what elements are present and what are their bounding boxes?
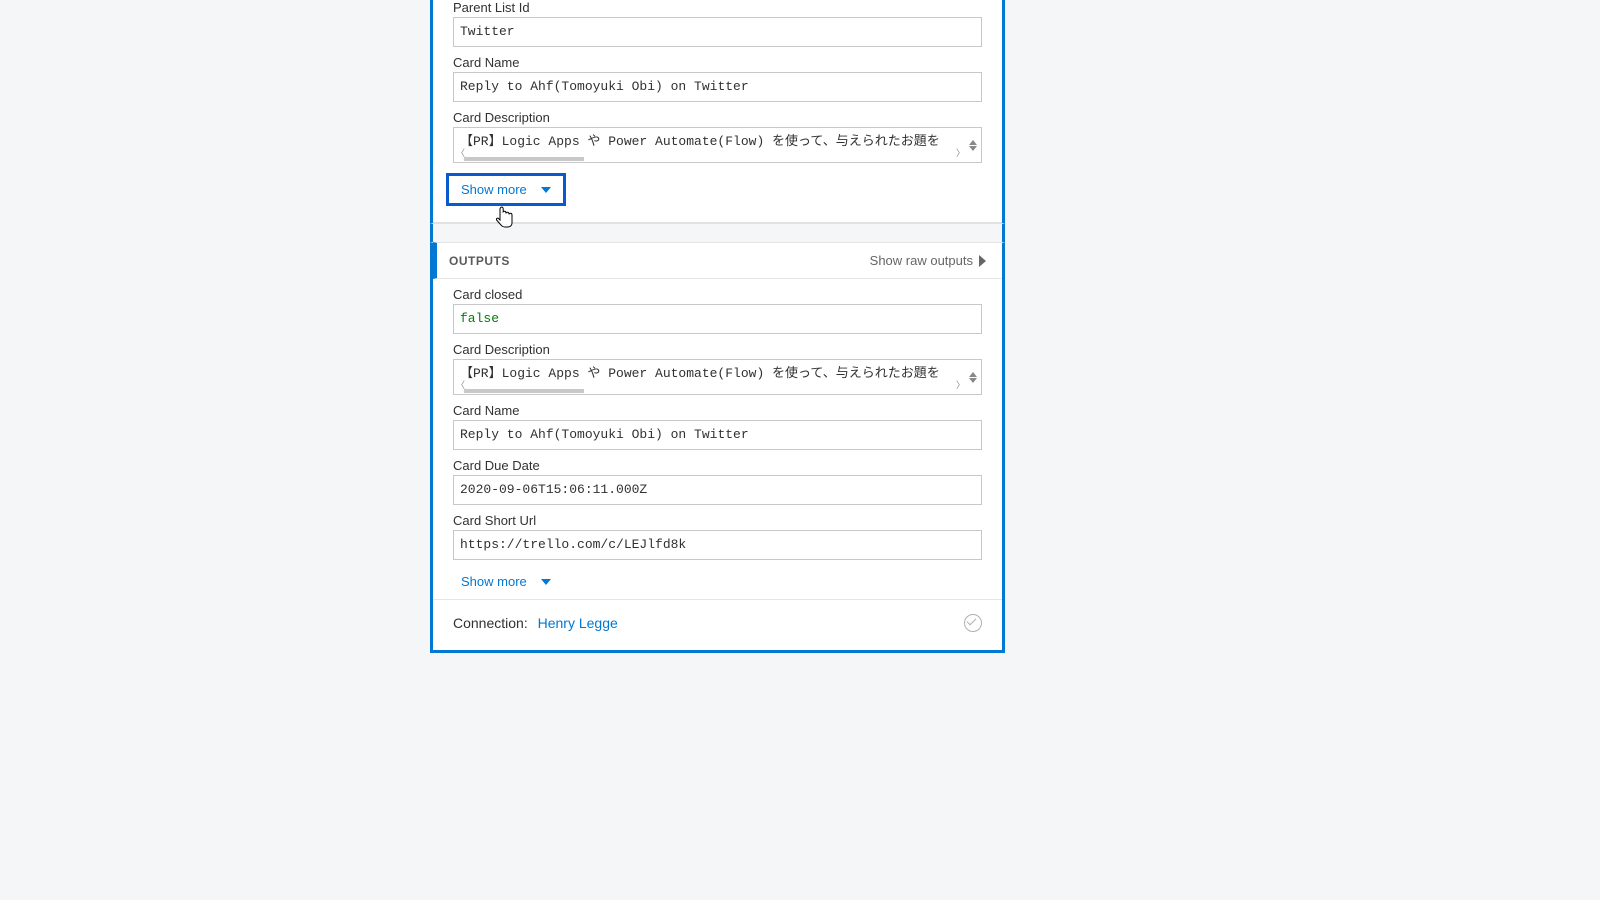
chevron-right-icon — [979, 255, 986, 267]
connection-label: Connection: — [453, 615, 528, 631]
field-parent-list-id: Parent List Id Twitter — [433, 0, 1002, 47]
field-card-closed: Card closed false — [433, 287, 1002, 334]
connection-footer: Connection: Henry Legge — [433, 599, 1002, 650]
show-raw-outputs-label: Show raw outputs — [870, 253, 973, 268]
connection-info: Connection: Henry Legge — [453, 615, 618, 631]
value-card-url[interactable]: https://trello.com/c/LEJlfd8k — [453, 530, 982, 560]
outputs-header: OUTPUTS Show raw outputs — [433, 242, 1002, 279]
show-more-outputs-button[interactable]: Show more — [453, 570, 559, 593]
label-card-name-out: Card Name — [453, 403, 982, 418]
text-card-closed: false — [460, 311, 499, 326]
show-more-inputs-button[interactable]: Show more — [446, 173, 566, 206]
value-card-desc-in[interactable]: 【PR】Logic Apps や Power Automate(Flow) を使… — [453, 127, 982, 163]
show-more-label: Show more — [461, 574, 527, 589]
text-card-desc-in: 【PR】Logic Apps や Power Automate(Flow) を使… — [460, 134, 940, 149]
field-card-due: Card Due Date 2020-09-06T15:06:11.000Z — [433, 458, 1002, 505]
chevron-down-icon — [541, 579, 551, 585]
vertical-scroll-icon[interactable] — [965, 360, 981, 394]
horizontal-scrollbar[interactable] — [464, 157, 961, 161]
label-card-desc-in: Card Description — [453, 110, 982, 125]
field-card-name-out: Card Name Reply to Ahf(Tomoyuki Obi) on … — [433, 403, 1002, 450]
text-card-desc-out: 【PR】Logic Apps や Power Automate(Flow) を使… — [460, 366, 940, 381]
check-circle-icon — [964, 614, 982, 632]
label-card-due: Card Due Date — [453, 458, 982, 473]
value-card-due[interactable]: 2020-09-06T15:06:11.000Z — [453, 475, 982, 505]
field-card-desc-in: Card Description 【PR】Logic Apps や Power … — [433, 110, 1002, 163]
show-more-label: Show more — [461, 182, 527, 197]
horizontal-scrollbar[interactable] — [464, 389, 961, 393]
show-raw-outputs-link[interactable]: Show raw outputs — [870, 253, 986, 268]
label-card-closed: Card closed — [453, 287, 982, 302]
value-card-name-in[interactable]: Reply to Ahf(Tomoyuki Obi) on Twitter — [453, 72, 982, 102]
label-card-url: Card Short Url — [453, 513, 982, 528]
value-card-desc-out[interactable]: 【PR】Logic Apps や Power Automate(Flow) を使… — [453, 359, 982, 395]
outputs-section: OUTPUTS Show raw outputs Card closed fal… — [433, 242, 1002, 650]
connection-name-link[interactable]: Henry Legge — [538, 615, 618, 631]
field-card-desc-out: Card Description 【PR】Logic Apps や Power … — [433, 342, 1002, 395]
field-card-url: Card Short Url https://trello.com/c/LEJl… — [433, 513, 1002, 560]
chevron-down-icon — [541, 187, 551, 193]
section-divider — [430, 223, 1005, 243]
value-card-closed[interactable]: false — [453, 304, 982, 334]
field-card-name-in: Card Name Reply to Ahf(Tomoyuki Obi) on … — [433, 55, 1002, 102]
value-card-name-out[interactable]: Reply to Ahf(Tomoyuki Obi) on Twitter — [453, 420, 982, 450]
label-card-desc-out: Card Description — [453, 342, 982, 357]
action-details-panel: Parent List Id Twitter Card Name Reply t… — [430, 0, 1005, 653]
label-parent-list-id: Parent List Id — [453, 0, 982, 15]
outputs-title: OUTPUTS — [449, 254, 510, 268]
label-card-name-in: Card Name — [453, 55, 982, 70]
inputs-section: Parent List Id Twitter Card Name Reply t… — [433, 0, 1002, 223]
value-parent-list-id[interactable]: Twitter — [453, 17, 982, 47]
vertical-scroll-icon[interactable] — [965, 128, 981, 162]
